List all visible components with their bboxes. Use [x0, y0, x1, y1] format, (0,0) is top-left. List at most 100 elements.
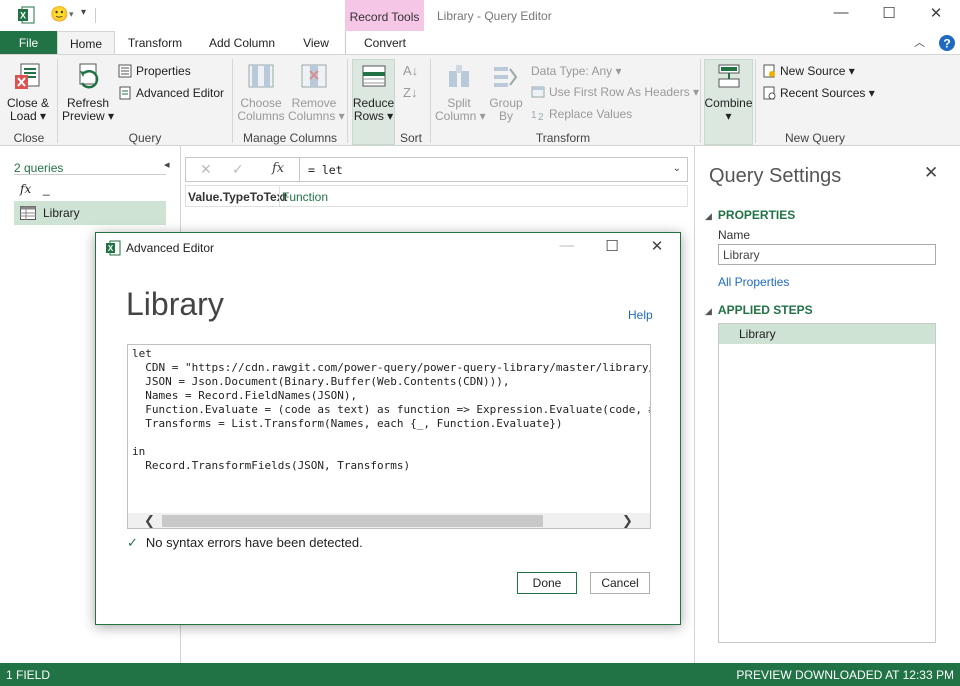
scroll-right-icon[interactable]: ❯ [622, 513, 633, 528]
qat-customize-icon[interactable]: ▾ [81, 7, 86, 18]
applied-step[interactable]: Library [719, 324, 935, 344]
tab-home[interactable]: Home [57, 31, 115, 55]
group-by-button[interactable]: Group By [486, 61, 526, 123]
choose-columns-button[interactable]: Choose Columns [237, 61, 285, 123]
group-divider [347, 59, 348, 143]
collapse-pane-icon[interactable]: ◂ [164, 158, 170, 171]
dialog-close-button[interactable]: ✕ [637, 237, 677, 255]
close-button[interactable]: ✕ [914, 4, 958, 22]
scroll-left-icon[interactable]: ❮ [144, 513, 155, 528]
preview-status: PREVIEW DOWNLOADED AT 12:33 PM [736, 668, 954, 682]
close-icon[interactable]: ✕ [924, 163, 938, 183]
advanced-editor-icon [119, 86, 131, 100]
close-load-button[interactable]: Close & Load ▾ [4, 61, 52, 123]
name-label: Name [718, 228, 751, 242]
remove-columns-icon [301, 64, 327, 88]
maximize-button[interactable]: ☐ [867, 4, 911, 22]
record-divider [279, 186, 280, 206]
tab-view[interactable]: View [292, 31, 340, 55]
group-divider [700, 59, 701, 143]
dialog-minimize-button[interactable]: — [547, 237, 587, 254]
scrollbar-thumb[interactable] [162, 515, 543, 527]
sort-group-label: Sort [399, 131, 422, 145]
use-first-row-as-headers-button[interactable]: Use First Row As Headers ▾ [531, 85, 699, 99]
query-settings-pane: Query Settings ✕ ◢PROPERTIES Name All Pr… [694, 146, 960, 663]
tab-transform[interactable]: Transform [118, 31, 192, 55]
svg-text:2: 2 [538, 112, 544, 121]
combine-button[interactable]: Combine ▾ [704, 61, 753, 123]
combine-icon [718, 64, 739, 88]
query-settings-title: Query Settings [709, 165, 842, 187]
record-row: Value.TypeToText Function [185, 185, 688, 207]
query-item-library[interactable]: Library [14, 201, 166, 225]
window-title: Library - Query Editor [437, 9, 552, 23]
field-count-status: 1 FIELD [6, 668, 51, 682]
sort-ascending-icon[interactable]: A↓ [403, 63, 418, 78]
sort-descending-icon[interactable]: Z↓ [403, 85, 417, 100]
reduce-rows-icon [362, 65, 385, 87]
tab-add-column[interactable]: Add Column [199, 31, 285, 55]
smiley-icon[interactable]: 🙂 [50, 5, 69, 23]
reduce-rows-button[interactable]: Reduce Rows ▾ [352, 61, 395, 123]
applied-steps-heading[interactable]: ◢ APPLIED STEPS [705, 303, 813, 317]
minimize-button[interactable]: — [819, 4, 863, 21]
queries-divider [14, 174, 166, 175]
dialog-title: Advanced Editor [126, 241, 215, 255]
expand-formula-icon[interactable]: ⌄ [673, 163, 681, 174]
svg-text:1: 1 [531, 110, 537, 121]
code-text[interactable]: let CDN = "https://cdn.rawgit.com/power-… [132, 347, 650, 473]
commit-formula-icon[interactable]: ✓ [232, 161, 244, 178]
svg-text:?: ? [943, 37, 950, 51]
smiley-dropdown-icon[interactable]: ▾ [69, 9, 74, 20]
split-column-button[interactable]: Split Column ▾ [435, 61, 486, 123]
group-divider [755, 59, 756, 143]
data-type-dropdown[interactable]: Data Type: Any ▾ [531, 64, 622, 78]
remove-columns-button[interactable]: Remove Columns ▾ [288, 61, 345, 123]
new-source-icon [763, 64, 775, 78]
collapse-triangle-icon: ◢ [705, 211, 712, 221]
ribbon: Close & Load ▾ Close Refresh Preview ▾ P… [0, 54, 960, 146]
properties-button[interactable]: Properties [118, 64, 191, 78]
svg-text:X: X [108, 244, 114, 253]
dialog-maximize-button[interactable]: ☐ [592, 237, 632, 255]
help-icon[interactable]: ? [938, 34, 956, 52]
formula-bar: ✕ ✓ fx = let ⌄ [185, 157, 688, 182]
close-group-label: Close [13, 131, 45, 145]
refresh-preview-button[interactable]: Refresh Preview ▾ [62, 61, 114, 123]
collapse-ribbon-icon[interactable]: ︿ [914, 34, 925, 50]
query-item[interactable]: fx _ [14, 177, 166, 201]
record-key: Value.TypeToText [188, 190, 288, 204]
advanced-editor-dialog: X Advanced Editor — ☐ ✕ Library Help let… [95, 232, 681, 625]
advanced-editor-button[interactable]: Advanced Editor [118, 86, 224, 100]
name-field[interactable] [718, 244, 936, 265]
qat-divider [95, 8, 96, 23]
record-value[interactable]: Function [282, 190, 328, 204]
new-source-button[interactable]: New Source ▾ [762, 64, 855, 78]
code-editor[interactable]: let CDN = "https://cdn.rawgit.com/power-… [127, 344, 651, 529]
properties-heading[interactable]: ◢ PROPERTIES [705, 208, 795, 222]
fx-icon[interactable]: fx [272, 161, 284, 176]
group-divider [232, 59, 233, 143]
recent-sources-button[interactable]: Recent Sources ▾ [762, 86, 875, 100]
manage-columns-group-label: Manage Columns [242, 131, 338, 145]
formula-input[interactable]: = let [308, 163, 343, 177]
excel-logo-icon[interactable]: X [17, 6, 35, 24]
help-link[interactable]: Help [628, 308, 653, 322]
properties-icon [118, 64, 132, 78]
tab-file[interactable]: File [0, 31, 57, 55]
queries-count[interactable]: 2 queries [14, 161, 63, 175]
replace-values-button[interactable]: 1 2 Replace Values [531, 107, 632, 121]
cancel-formula-icon[interactable]: ✕ [200, 161, 212, 178]
ribbon-tabs: File Home Transform Add Column View Conv… [0, 31, 960, 55]
cancel-button[interactable]: Cancel [590, 572, 650, 594]
title-bar: X 🙂 ▾ ▾ Record Tools Library - Query Edi… [0, 0, 960, 32]
all-properties-link[interactable]: All Properties [718, 275, 789, 289]
contextual-tab-group: Record Tools [345, 0, 424, 32]
excel-logo-icon: X [106, 240, 121, 256]
tab-convert[interactable]: Convert [345, 31, 424, 55]
choose-columns-icon [248, 64, 274, 88]
dialog-heading: Library [126, 286, 224, 322]
horizontal-scrollbar[interactable]: ❮ ❯ [128, 513, 650, 528]
done-button[interactable]: Done [517, 572, 577, 594]
new-query-group-label: New Query [784, 131, 846, 145]
